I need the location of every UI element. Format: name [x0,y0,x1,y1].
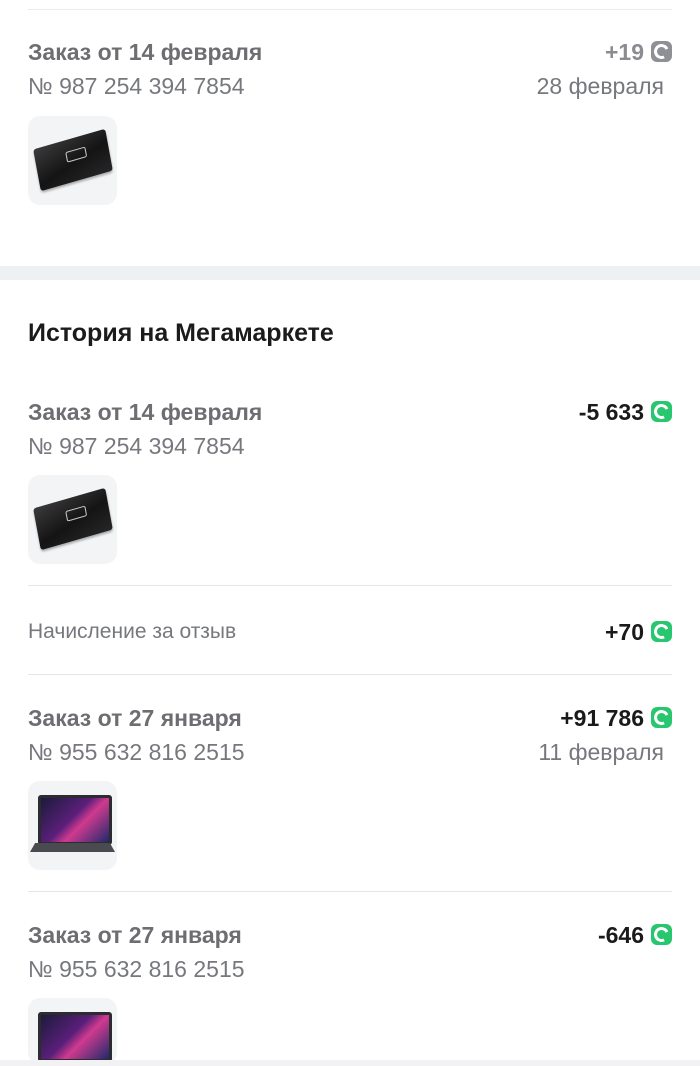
bonus-amount: +70 [604,619,644,645]
divider [28,585,672,586]
order-title: Заказ от 27 января [28,705,242,731]
order-date: 11 февраля [538,739,664,765]
laptop-icon [38,1012,112,1062]
order-title: Заказ от 27 января [28,922,242,948]
order-number: № 955 632 816 2515 [28,956,245,982]
ssd-product-image[interactable] [28,475,117,564]
order-amount: -646 [597,922,644,948]
bonus-coin-icon [651,621,672,642]
review-bonus-label: Начисление за отзыв [28,620,237,643]
laptop-base [30,843,115,852]
order-number: № 955 632 816 2515 [28,739,245,765]
bonus-coin-icon [651,41,672,62]
section-separator [0,266,700,280]
laptop-icon [38,795,112,845]
bottom-edge [0,1060,700,1066]
order-number: № 987 254 394 7854 [28,73,245,99]
ssd-icon [33,128,113,192]
order-amount: +19 [604,39,644,65]
history-title: История на Мегамаркете [28,319,334,347]
laptop-product-image[interactable] [28,998,117,1064]
ssd-icon [33,487,113,551]
order-number: № 987 254 394 7854 [28,433,245,459]
top-divider [28,9,672,10]
history-item-order[interactable]: Заказ от 27 января -646 № 955 632 816 25… [28,918,672,1064]
divider [28,674,672,675]
order-card-top[interactable]: Заказ от 14 февраля +19 № 987 254 394 78… [28,35,672,205]
order-amount: +91 786 [560,705,644,731]
bonus-coin-icon [651,924,672,945]
order-title: Заказ от 14 февраля [28,399,263,425]
order-date: 28 февраля [536,73,664,99]
order-title: Заказ от 14 февраля [28,39,263,65]
ssd-product-image[interactable] [28,116,117,205]
history-item-order[interactable]: Заказ от 14 февраля -5 633 № 987 254 394… [28,395,672,564]
divider [28,891,672,892]
order-amount: -5 633 [578,399,644,425]
history-item-review-bonus[interactable]: Начисление за отзыв +70 [28,615,672,649]
bonus-coin-icon [651,401,672,422]
laptop-product-image[interactable] [28,781,117,870]
history-item-order[interactable]: Заказ от 27 января +91 786 № 955 632 816… [28,701,672,870]
bonus-coin-icon [651,707,672,728]
